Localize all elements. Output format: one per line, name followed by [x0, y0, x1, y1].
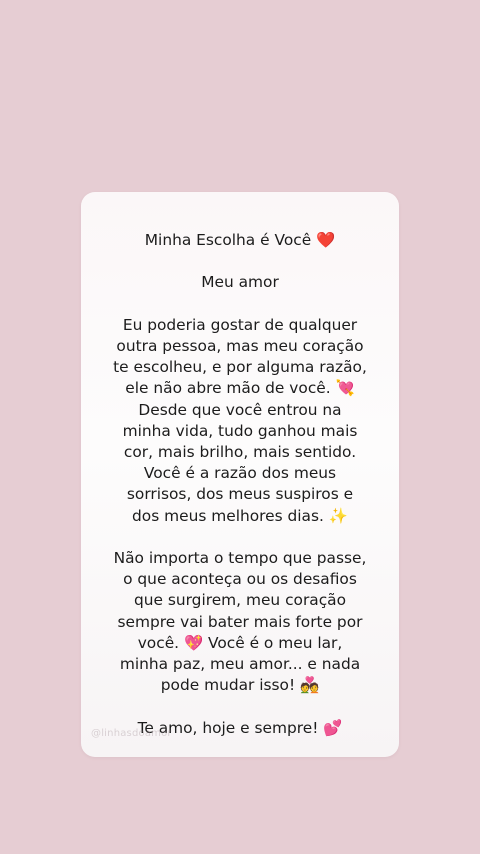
- paragraph-line: que surgirem, meu coração: [133, 591, 347, 610]
- paragraph-line: cor, mais brilho, mais sentido.: [123, 443, 357, 461]
- paragraph-line: sempre vai bater mais forte por: [117, 612, 363, 631]
- paragraph-line: você. 💖 Você é o meu lar,: [137, 633, 343, 652]
- paragraph-line: ele não abre mão de você. 💘: [125, 379, 355, 398]
- paragraph-line: Desde que você entrou na: [138, 400, 342, 419]
- paragraph-line: sorrisos, dos meus suspiros e: [126, 485, 354, 504]
- paragraph-line: o que aconteça ou os desafios: [123, 570, 357, 589]
- message-content: Minha Escolha é Você ❤️ Meu amor Eu pode…: [81, 230, 399, 739]
- paragraph-line: te escolheu, e por alguma razão,: [113, 358, 367, 377]
- paragraph-line: Você é a razão dos meus: [143, 464, 337, 483]
- paragraph-line: pode mudar isso! 💑: [160, 676, 320, 695]
- paragraph-line: Eu poderia gostar de qualquer: [122, 315, 358, 334]
- message-card: Minha Escolha é Você ❤️ Meu amor Eu pode…: [81, 192, 399, 757]
- post-title: Minha Escolha é Você ❤️: [144, 231, 336, 249]
- paragraph-line: Não importa o tempo que passe,: [113, 549, 367, 567]
- paragraph-line: outra pessoa, mas meu coração: [116, 336, 364, 355]
- paragraph-line: dos meus melhores dias. ✨: [132, 506, 348, 525]
- paragraph-line: minha vida, tudo ganhou mais: [122, 421, 358, 440]
- greeting: Meu amor: [201, 273, 279, 292]
- watermark: @linhasdoamor: [91, 728, 172, 739]
- paragraph-line: minha paz, meu amor... e nada: [119, 655, 361, 674]
